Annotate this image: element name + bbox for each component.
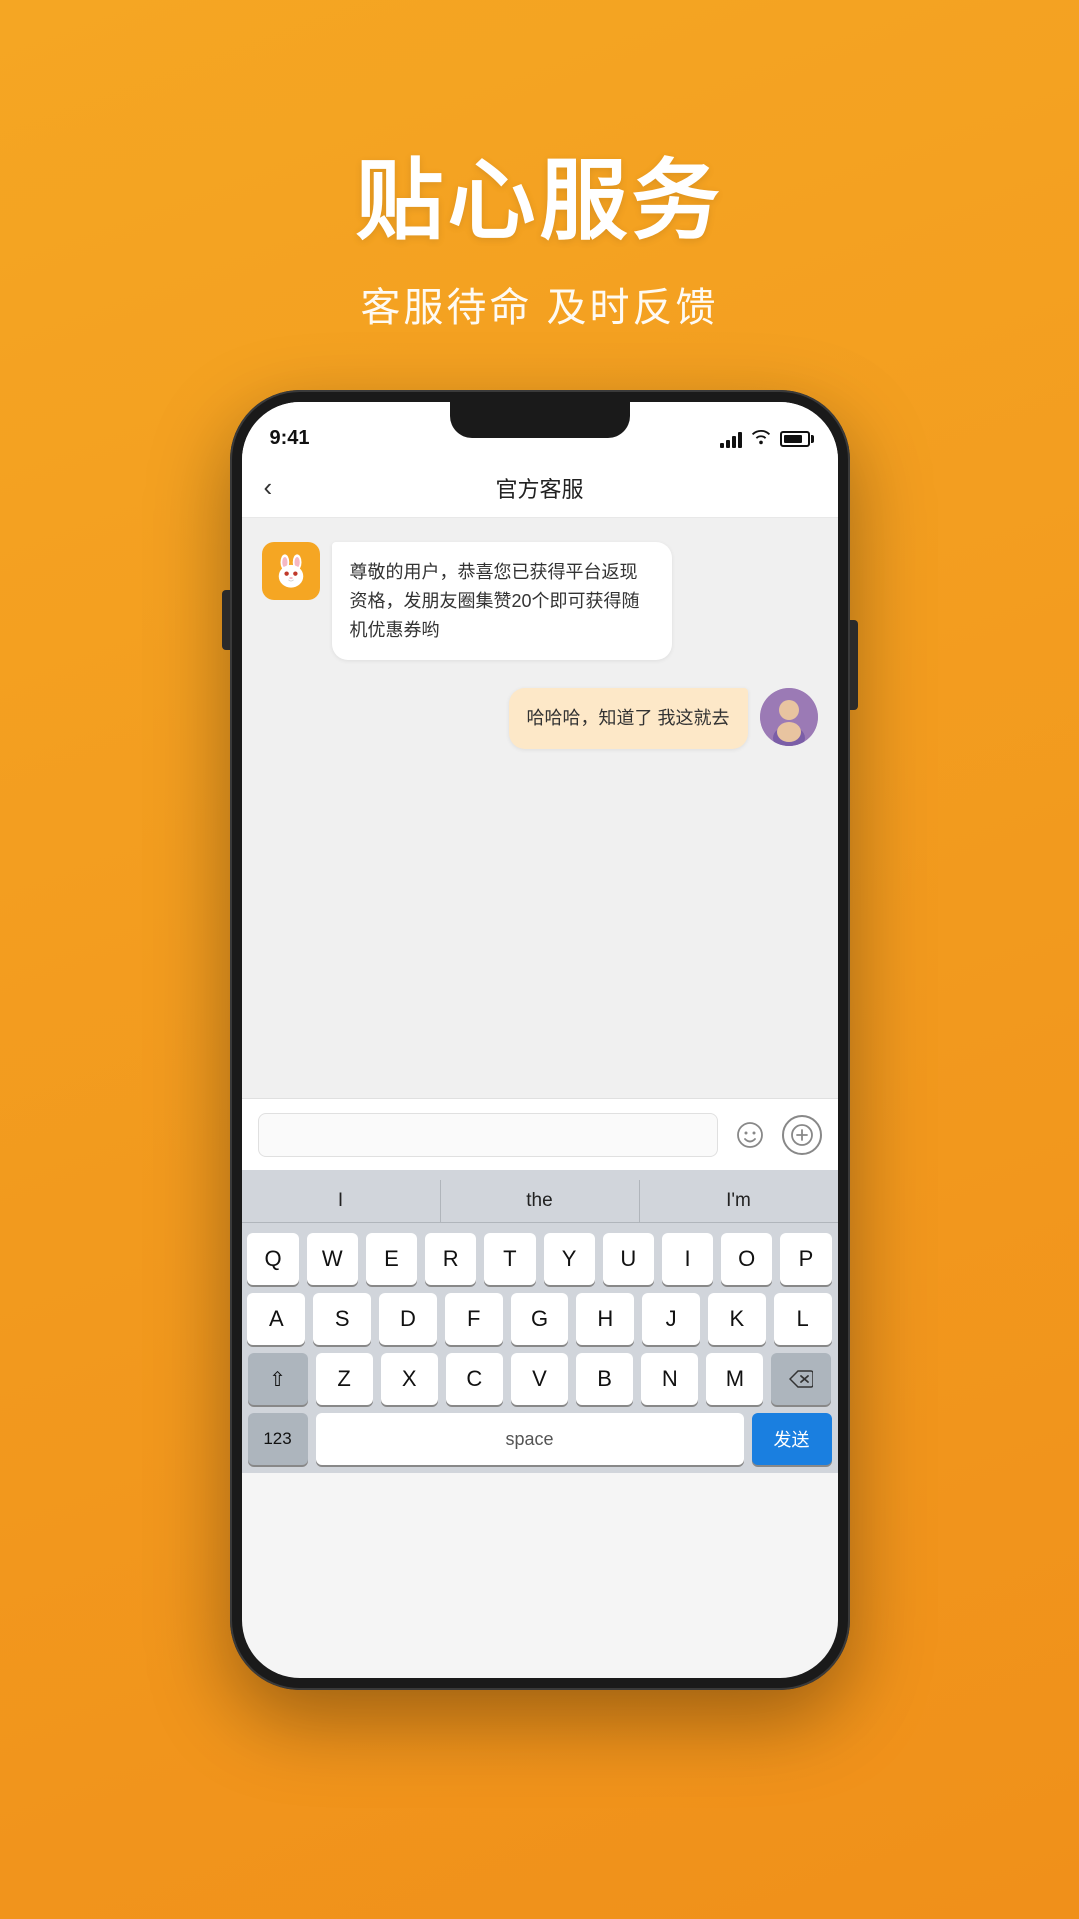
chat-area: 尊敬的用户，恭喜您已获得平台返现资格，发朋友圈集赞20个即可获得随机优惠券哟 哈…	[242, 518, 838, 1098]
bot-message-row: 尊敬的用户，恭喜您已获得平台返现资格，发朋友圈集赞20个即可获得随机优惠券哟	[262, 542, 818, 660]
key-c[interactable]: C	[446, 1353, 503, 1405]
phone-notch	[450, 402, 630, 438]
header-subtitle: 客服待命 及时反馈	[0, 275, 1079, 333]
key-y[interactable]: Y	[544, 1233, 595, 1285]
key-x[interactable]: X	[381, 1353, 438, 1405]
key-h[interactable]: H	[576, 1293, 634, 1345]
key-r[interactable]: R	[425, 1233, 476, 1285]
input-bar	[242, 1098, 838, 1170]
keyboard-row-4: 123 space 发送	[242, 1413, 838, 1473]
user-message-row: 哈哈哈，知道了 我这就去	[262, 688, 818, 749]
key-l[interactable]: L	[774, 1293, 832, 1345]
battery-icon	[780, 431, 810, 447]
status-time: 9:41	[270, 427, 310, 450]
key-d[interactable]: D	[379, 1293, 437, 1345]
header-title: 贴心服务	[0, 130, 1079, 257]
key-t[interactable]: T	[484, 1233, 535, 1285]
key-n[interactable]: N	[641, 1353, 698, 1405]
key-u[interactable]: U	[603, 1233, 654, 1285]
key-s[interactable]: S	[313, 1293, 371, 1345]
key-w[interactable]: W	[307, 1233, 358, 1285]
page-background: 贴心服务 客服待命 及时反馈 9:41	[0, 0, 1079, 333]
emoji-button[interactable]	[730, 1115, 770, 1155]
autocomplete-i[interactable]: I	[242, 1180, 441, 1222]
header-area: 贴心服务 客服待命 及时反馈	[0, 0, 1079, 333]
keyboard-row-1: Q W E R T Y U I O P	[242, 1233, 838, 1285]
message-input[interactable]	[258, 1113, 718, 1157]
key-i[interactable]: I	[662, 1233, 713, 1285]
key-q[interactable]: Q	[247, 1233, 298, 1285]
key-g[interactable]: G	[511, 1293, 569, 1345]
key-p[interactable]: P	[780, 1233, 831, 1285]
plus-button[interactable]	[782, 1115, 822, 1155]
phone-mockup: 9:41	[230, 390, 850, 1690]
back-button[interactable]: ‹	[264, 472, 273, 503]
key-j[interactable]: J	[642, 1293, 700, 1345]
bot-avatar	[262, 542, 320, 600]
keyboard-row-2: A S D F G H J K L	[242, 1293, 838, 1345]
keyboard-row-3: ⇧ Z X C V B N M	[242, 1353, 838, 1405]
shift-key[interactable]: ⇧	[248, 1353, 308, 1405]
key-b[interactable]: B	[576, 1353, 633, 1405]
key-m[interactable]: M	[706, 1353, 763, 1405]
key-v[interactable]: V	[511, 1353, 568, 1405]
send-key[interactable]: 发送	[752, 1413, 832, 1465]
key-z[interactable]: Z	[316, 1353, 373, 1405]
user-bubble: 哈哈哈，知道了 我这就去	[509, 688, 748, 749]
delete-key[interactable]	[771, 1353, 831, 1405]
num-key[interactable]: 123	[248, 1413, 308, 1465]
space-key[interactable]: space	[316, 1413, 744, 1465]
nav-title: 官方客服	[495, 472, 583, 504]
phone-outer: 9:41	[230, 390, 850, 1690]
key-a[interactable]: A	[247, 1293, 305, 1345]
key-o[interactable]: O	[721, 1233, 772, 1285]
phone-inner: 9:41	[242, 402, 838, 1678]
key-e[interactable]: E	[366, 1233, 417, 1285]
autocomplete-im[interactable]: I'm	[640, 1180, 838, 1222]
key-k[interactable]: K	[708, 1293, 766, 1345]
signal-icon	[720, 430, 742, 448]
autocomplete-the[interactable]: the	[441, 1180, 640, 1222]
bot-bubble: 尊敬的用户，恭喜您已获得平台返现资格，发朋友圈集赞20个即可获得随机优惠券哟	[332, 542, 672, 660]
keyboard: I the I'm Q W E R T Y U I O	[242, 1170, 838, 1473]
wifi-icon	[750, 427, 772, 450]
key-f[interactable]: F	[445, 1293, 503, 1345]
user-avatar	[760, 688, 818, 746]
status-icons	[720, 427, 810, 450]
autocomplete-row: I the I'm	[242, 1180, 838, 1223]
nav-bar: ‹ 官方客服	[242, 458, 838, 518]
